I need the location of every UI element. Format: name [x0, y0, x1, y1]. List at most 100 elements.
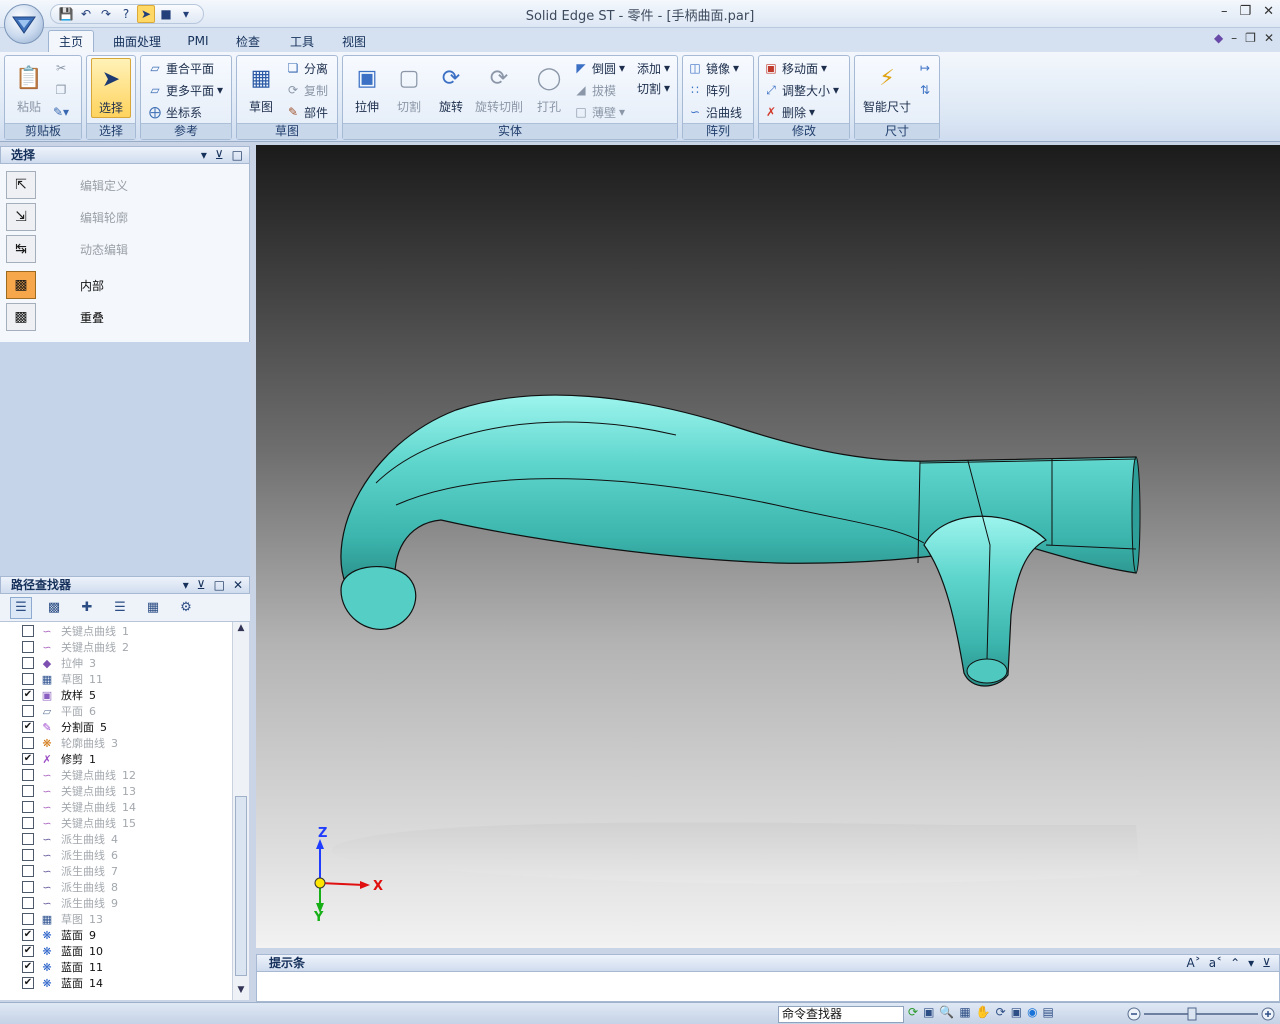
pin-icon[interactable]: ⊻	[215, 147, 224, 163]
coincident-plane-button[interactable]: ▱ 重合平面	[147, 58, 214, 78]
thin-wall-button[interactable]: □ 薄壁 ▾	[573, 102, 625, 122]
tree-item-checkbox[interactable]	[22, 673, 34, 685]
tree-item-checkbox[interactable]	[22, 625, 34, 637]
tree-item-checkbox[interactable]	[22, 769, 34, 781]
tree-item[interactable]: ◆ 拉伸 3	[0, 655, 232, 671]
help-book-icon[interactable]: ◆	[1214, 31, 1223, 45]
sketch-button[interactable]: ▦ 草图	[241, 58, 281, 118]
qat-customize-icon[interactable]: ▾	[177, 5, 195, 23]
tree-item[interactable]: ✔ ❋ 蓝面 14	[0, 975, 232, 991]
tree-item[interactable]: ✔ ✎ 分割面 5	[0, 719, 232, 735]
tree-item-checkbox[interactable]: ✔	[22, 929, 34, 941]
tree-item-checkbox[interactable]	[22, 705, 34, 717]
round-button[interactable]: ◤ 倒圆 ▾	[573, 58, 625, 78]
tree-item-checkbox[interactable]: ✔	[22, 961, 34, 973]
tree-item[interactable]: ∽ 派生曲线 4	[0, 831, 232, 847]
revolve-cut-button[interactable]: ⟳ 旋转切削	[473, 58, 525, 118]
resize-button[interactable]: ⤢ 调整大小 ▾	[763, 80, 839, 100]
inside-item[interactable]: ▩ 内部	[6, 270, 242, 300]
pathfinder-scrollbar[interactable]: ▲ ▼	[232, 622, 249, 1000]
separate-button[interactable]: ❏ 分离	[285, 58, 328, 78]
paste-special-button[interactable]: ✎▾	[53, 102, 69, 122]
font-larger-icon[interactable]: A˃	[1187, 955, 1201, 971]
array-button[interactable]: ∷ 阵列	[687, 80, 730, 100]
panel-maximize-icon[interactable]: □	[232, 147, 243, 163]
tree-item-checkbox[interactable]	[22, 641, 34, 653]
font-smaller-icon[interactable]: a˂	[1209, 955, 1222, 971]
smart-dimension-button[interactable]: ⚡ 智能尺寸	[859, 58, 915, 118]
part-button[interactable]: ✎ 部件	[285, 102, 328, 122]
tree-item[interactable]: ∽ 派生曲线 9	[0, 895, 232, 911]
tree-item[interactable]: ∽ 派生曲线 6	[0, 847, 232, 863]
tree-item[interactable]: ✔ ❋ 蓝面 11	[0, 959, 232, 975]
tree-item-checkbox[interactable]: ✔	[22, 945, 34, 957]
rotate-icon[interactable]: ⟳	[996, 1005, 1006, 1019]
tree-item[interactable]: ❋ 轮廓曲线 3	[0, 735, 232, 751]
extrude-button[interactable]: ▣ 拉伸	[347, 58, 387, 118]
select-tool-icon[interactable]: ➤	[137, 5, 155, 23]
tree-item-checkbox[interactable]	[22, 897, 34, 909]
command-finder-input[interactable]: 命令查找器	[778, 1006, 904, 1023]
zoom-area-icon[interactable]: ▣	[923, 1005, 934, 1019]
delete-button[interactable]: ✗ 删除 ▾	[763, 102, 815, 122]
tree-item[interactable]: ✔ ▣ 放样 5	[0, 687, 232, 703]
revolve-button[interactable]: ⟳ 旋转	[431, 58, 471, 118]
tree-item-checkbox[interactable]: ✔	[22, 977, 34, 989]
panel-close-icon[interactable]: ✕	[233, 577, 243, 593]
cut-button[interactable]: ▢ 切割	[389, 58, 429, 118]
tree-item-checkbox[interactable]	[22, 913, 34, 925]
tree-item-checkbox[interactable]	[22, 801, 34, 813]
feature-view-icon[interactable]: ▩	[43, 597, 65, 619]
tree-item-checkbox[interactable]	[22, 865, 34, 877]
pin-icon[interactable]: ⊻	[1262, 955, 1271, 971]
paste-button[interactable]: 📋 粘贴	[9, 58, 49, 118]
undo-icon[interactable]: ↶	[77, 5, 95, 23]
select-button[interactable]: ➤ 选择	[91, 58, 131, 118]
tab-home[interactable]: 主页	[48, 30, 94, 52]
tree-item[interactable]: ▦ 草图 11	[0, 671, 232, 687]
edit-profile-item[interactable]: ⇲ 编辑轮廓	[6, 202, 242, 232]
fit-icon[interactable]: ▦	[959, 1005, 970, 1019]
go-icon[interactable]: ⟳	[908, 1005, 918, 1019]
tree-item-checkbox[interactable]	[22, 657, 34, 669]
pin-icon[interactable]: ⊻	[197, 577, 206, 593]
more-planes-button[interactable]: ▱ 更多平面 ▾	[147, 80, 223, 100]
tree-item-checkbox[interactable]	[22, 817, 34, 829]
panel-maximize-icon[interactable]: □	[214, 577, 225, 593]
dynamic-edit-item[interactable]: ↹ 动态编辑	[6, 234, 242, 264]
dimension-relation-button[interactable]: ⇅	[917, 80, 933, 100]
tree-item-checkbox[interactable]: ✔	[22, 689, 34, 701]
tab-tools[interactable]: 工具	[280, 30, 324, 52]
cut-clip-button[interactable]: ✂	[53, 58, 69, 78]
panel-menu-icon[interactable]: ▾	[1248, 955, 1254, 971]
copy-sketch-button[interactable]: ⟳ 复制	[285, 80, 328, 100]
tree-item[interactable]: ✔ ✗ 修剪 1	[0, 751, 232, 767]
doc-close-icon[interactable]: ✕	[1264, 31, 1274, 45]
edit-definition-item[interactable]: ⇱ 编辑定义	[6, 170, 242, 200]
overlap-item[interactable]: ▩ 重叠	[6, 302, 242, 332]
collapse-icon[interactable]: ⌃	[1230, 955, 1240, 971]
tree-item[interactable]: ∽ 关键点曲线 15	[0, 815, 232, 831]
tab-surfacing[interactable]: 曲面处理	[104, 30, 170, 52]
help-select-icon[interactable]: ?	[117, 5, 135, 23]
move-face-button[interactable]: ▣ 移动面 ▾	[763, 58, 827, 78]
tree-item-checkbox[interactable]	[22, 881, 34, 893]
settings-icon[interactable]: ⚙	[175, 597, 197, 619]
copy-clip-button[interactable]: ❐	[53, 80, 69, 100]
tree-item-checkbox[interactable]	[22, 849, 34, 861]
panel-menu-icon[interactable]: ▾	[183, 577, 189, 593]
layers-icon[interactable]: ☰	[109, 597, 131, 619]
graphics-viewport[interactable]: Z X Y	[256, 145, 1280, 948]
view-orientation-icon[interactable]: ▣	[1011, 1005, 1022, 1019]
tree-item-checkbox[interactable]	[22, 833, 34, 845]
display-icon[interactable]: ▦	[142, 597, 164, 619]
scroll-down-icon[interactable]: ▼	[235, 985, 247, 999]
tree-item[interactable]: ∽ 关键点曲线 1	[0, 623, 232, 639]
tree-item[interactable]: ∽ 关键点曲线 2	[0, 639, 232, 655]
restore-icon[interactable]: ❐	[1239, 4, 1251, 19]
pan-icon[interactable]: ✋	[976, 1005, 991, 1019]
tree-item[interactable]: ▱ 平面 6	[0, 703, 232, 719]
tree-view-icon[interactable]: ☰	[10, 596, 32, 619]
panel-menu-icon[interactable]: ▾	[201, 147, 207, 163]
minimize-icon[interactable]: –	[1221, 4, 1228, 19]
